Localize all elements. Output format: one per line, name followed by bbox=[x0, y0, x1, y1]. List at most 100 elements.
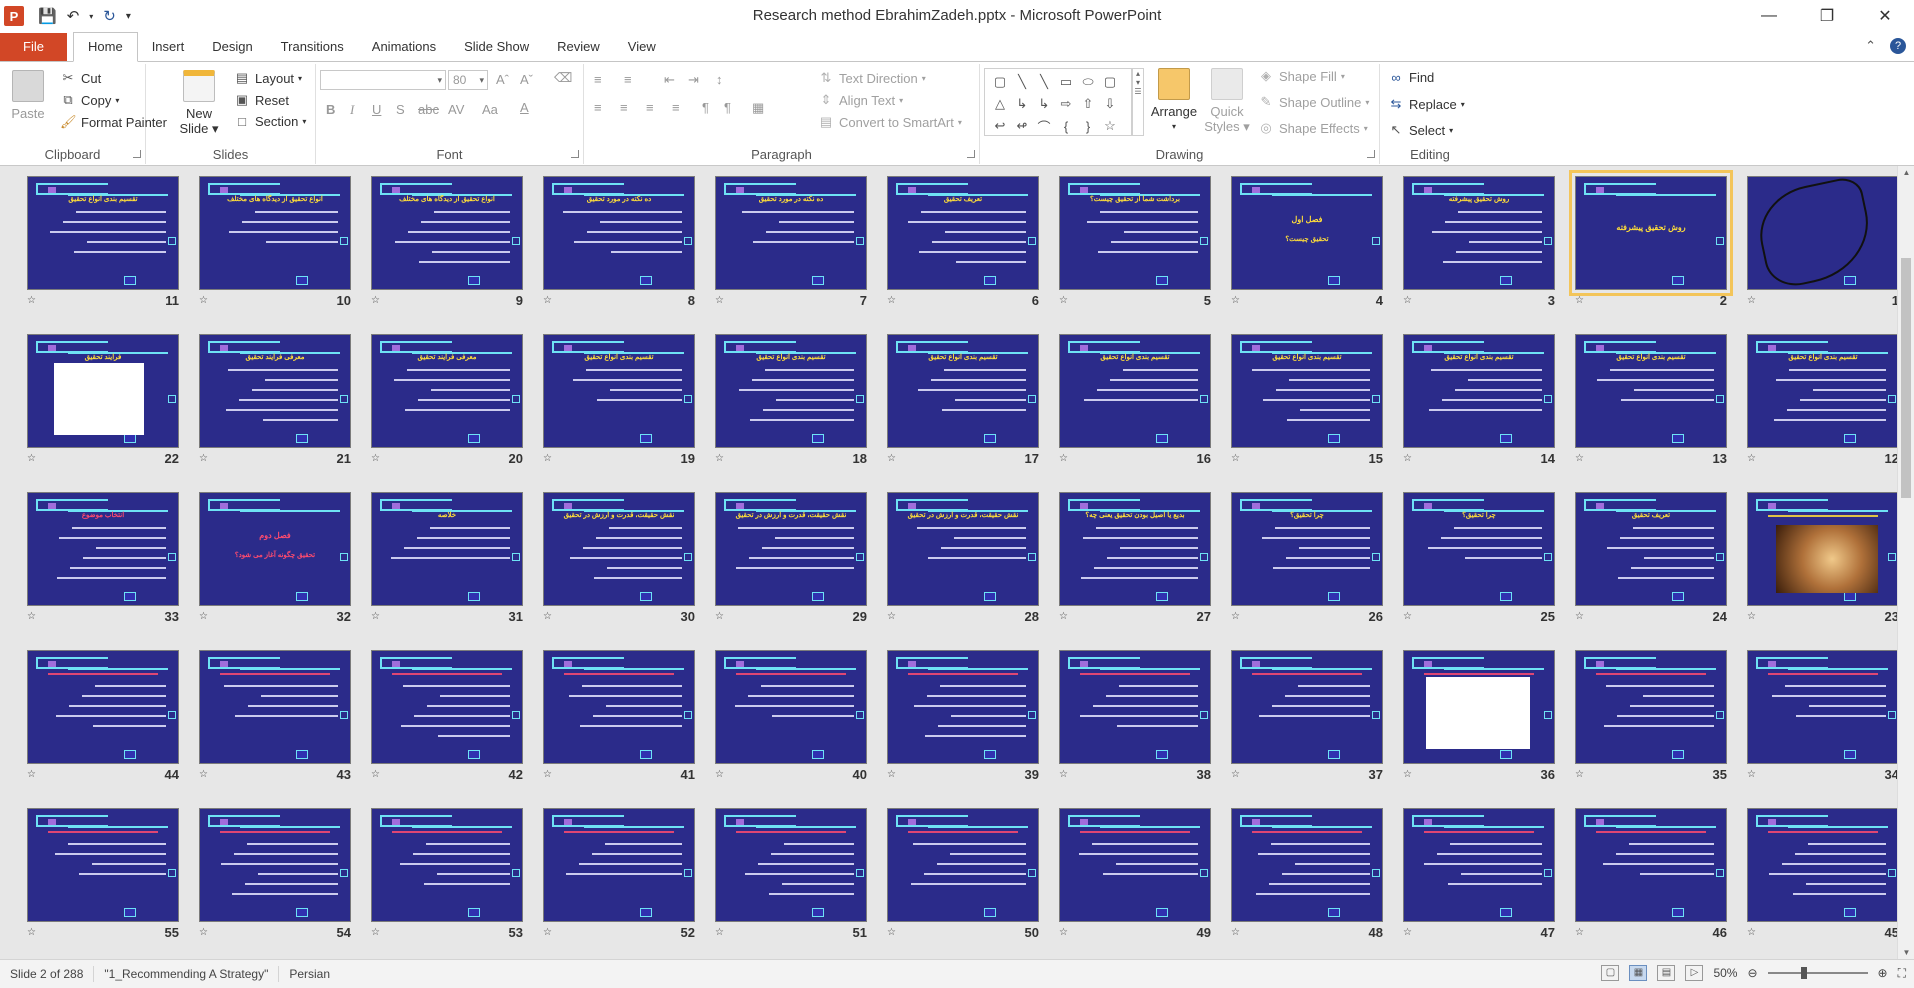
slide-thumbnail[interactable]: بدیع یا اصیل بودن تحقیق یعنی چه؟ ☆ 27 bbox=[1059, 482, 1211, 632]
slide-thumbnail[interactable]: معرفی فرایند تحقیق ☆ 21 bbox=[199, 324, 351, 474]
slide-thumbnail[interactable]: تقسیم بندی انواع تحقیق ☆ 15 bbox=[1231, 324, 1383, 474]
slide-preview[interactable]: تعریف تحقیق bbox=[1575, 492, 1727, 606]
transition-star-icon[interactable]: ☆ bbox=[1231, 611, 1240, 622]
font-name-box[interactable]: ▾ bbox=[320, 70, 446, 90]
slide-preview[interactable] bbox=[371, 650, 523, 764]
slide-thumbnail[interactable]: تقسیم بندی انواع تحقیق ☆ 16 bbox=[1059, 324, 1211, 474]
align-right-icon[interactable]: ≡ bbox=[646, 100, 654, 115]
slide-preview[interactable]: ده نکته در مورد تحقیق bbox=[715, 176, 867, 290]
slide-preview[interactable]: چرا تحقیق؟ bbox=[1231, 492, 1383, 606]
slide-thumbnail[interactable]: ☆ 48 bbox=[1231, 798, 1383, 948]
align-center-icon[interactable]: ≡ bbox=[620, 100, 628, 115]
slide-thumbnail[interactable]: تقسیم بندی انواع تحقیق ☆ 11 bbox=[27, 166, 179, 316]
layout-button[interactable]: ▤ Layout ▾ bbox=[234, 70, 302, 86]
slide-preview[interactable] bbox=[887, 808, 1039, 922]
slide-preview[interactable]: انواع تحقیق از دیدگاه های مختلف bbox=[371, 176, 523, 290]
strikethrough-icon[interactable]: abc bbox=[418, 102, 439, 117]
font-size-box[interactable]: 80 ▾ bbox=[448, 70, 488, 90]
slide-thumbnail[interactable]: انواع تحقیق از دیدگاه های مختلف ☆ 9 bbox=[371, 166, 523, 316]
slide-preview[interactable] bbox=[199, 650, 351, 764]
language-indicator[interactable]: Persian bbox=[279, 966, 340, 982]
slide-thumbnail[interactable]: تقسیم بندی انواع تحقیق ☆ 17 bbox=[887, 324, 1039, 474]
increase-indent-icon[interactable]: ⇥ bbox=[688, 72, 699, 88]
clear-formatting-icon[interactable]: ⌫ bbox=[554, 70, 572, 86]
slide-thumbnail[interactable]: ☆ 37 bbox=[1231, 640, 1383, 790]
slide-preview[interactable]: تقسیم بندی انواع تحقیق bbox=[1059, 334, 1211, 448]
tab-slide-show[interactable]: Slide Show bbox=[450, 33, 543, 61]
slide-thumbnail[interactable]: ☆ 38 bbox=[1059, 640, 1211, 790]
slide-preview[interactable] bbox=[715, 650, 867, 764]
transition-star-icon[interactable]: ☆ bbox=[199, 927, 208, 938]
transition-star-icon[interactable]: ☆ bbox=[1747, 927, 1756, 938]
transition-star-icon[interactable]: ☆ bbox=[887, 453, 896, 464]
transition-star-icon[interactable]: ☆ bbox=[887, 611, 896, 622]
slide-preview[interactable] bbox=[543, 808, 695, 922]
quick-styles-button[interactable]: Quick Styles ▾ bbox=[1204, 68, 1250, 134]
transition-star-icon[interactable]: ☆ bbox=[543, 611, 552, 622]
transition-star-icon[interactable]: ☆ bbox=[1575, 611, 1584, 622]
slide-thumbnail[interactable]: تقسیم بندی انواع تحقیق ☆ 19 bbox=[543, 324, 695, 474]
bold-icon[interactable]: B bbox=[326, 102, 335, 117]
slide-preview[interactable]: تقسیم بندی انواع تحقیق bbox=[887, 334, 1039, 448]
font-launcher-icon[interactable] bbox=[571, 150, 579, 158]
slide-preview[interactable] bbox=[1403, 808, 1555, 922]
slide-thumbnail[interactable]: ☆ 35 bbox=[1575, 640, 1727, 790]
slide-preview[interactable]: فصل اول تحقیق چیست؟ bbox=[1231, 176, 1383, 290]
transition-star-icon[interactable]: ☆ bbox=[199, 611, 208, 622]
slide-preview[interactable]: روش تحقیق پیشرفته bbox=[1569, 170, 1733, 296]
restore-button[interactable]: ❐ bbox=[1798, 0, 1856, 32]
slide-thumbnail[interactable]: روش تحقیق پیشرفته ☆ 3 bbox=[1403, 166, 1555, 316]
slide-preview[interactable]: ده نکته در مورد تحقیق bbox=[543, 176, 695, 290]
curve-shape-icon[interactable]: ↩ bbox=[989, 115, 1011, 137]
grow-font-icon[interactable]: Aˆ bbox=[496, 72, 509, 87]
transition-star-icon[interactable]: ☆ bbox=[199, 769, 208, 780]
cut-button[interactable]: ✂ Cut bbox=[60, 70, 102, 86]
zoom-slider[interactable] bbox=[1767, 967, 1868, 979]
slide-preview[interactable] bbox=[1575, 650, 1727, 764]
slide-preview[interactable]: انواع تحقیق از دیدگاه های مختلف bbox=[199, 176, 351, 290]
slide-thumbnail[interactable]: ☆ 36 bbox=[1403, 640, 1555, 790]
slide-preview[interactable] bbox=[1059, 650, 1211, 764]
transition-star-icon[interactable]: ☆ bbox=[1059, 769, 1068, 780]
convert-smartart-button[interactable]: ▤ Convert to SmartArt ▾ bbox=[818, 114, 962, 130]
slide-thumbnail[interactable]: فرایند تحقیق ☆ 22 bbox=[27, 324, 179, 474]
slide-preview[interactable]: تقسیم بندی انواع تحقیق bbox=[1575, 334, 1727, 448]
slide-preview[interactable]: تقسیم بندی انواع تحقیق bbox=[1231, 334, 1383, 448]
transition-star-icon[interactable]: ☆ bbox=[27, 769, 36, 780]
slide-thumbnail[interactable]: تعریف تحقیق ☆ 6 bbox=[887, 166, 1039, 316]
slide-thumbnail[interactable]: نقش حقیقت، قدرت و ارزش در تحقیق ☆ 28 bbox=[887, 482, 1039, 632]
slide-preview[interactable]: تقسیم بندی انواع تحقیق bbox=[1403, 334, 1555, 448]
reading-view-icon[interactable]: ▤ bbox=[1657, 965, 1676, 981]
slide-thumbnail[interactable]: نقش حقیقت، قدرت و ارزش در تحقیق ☆ 29 bbox=[715, 482, 867, 632]
transition-star-icon[interactable]: ☆ bbox=[887, 295, 896, 306]
transition-star-icon[interactable]: ☆ bbox=[1231, 927, 1240, 938]
arrow-down-shape-icon[interactable]: ⇩ bbox=[1099, 93, 1121, 115]
slide-thumbnail[interactable]: چرا تحقیق؟ ☆ 26 bbox=[1231, 482, 1383, 632]
drawing-launcher-icon[interactable] bbox=[1367, 150, 1375, 158]
slide-thumbnail[interactable]: خلاصه ☆ 31 bbox=[371, 482, 523, 632]
zoom-in-icon[interactable]: ⊕ bbox=[1878, 966, 1888, 980]
transition-star-icon[interactable]: ☆ bbox=[1747, 295, 1756, 306]
slide-preview[interactable] bbox=[1231, 808, 1383, 922]
slide-preview[interactable]: تقسیم بندی انواع تحقیق bbox=[1747, 334, 1899, 448]
transition-star-icon[interactable]: ☆ bbox=[543, 295, 552, 306]
help-icon[interactable]: ? bbox=[1890, 38, 1906, 54]
transition-star-icon[interactable]: ☆ bbox=[887, 769, 896, 780]
slide-preview[interactable] bbox=[715, 808, 867, 922]
fit-to-window-icon[interactable]: ⛶ bbox=[1898, 966, 1906, 981]
slide-thumbnail[interactable]: ☆ 55 bbox=[27, 798, 179, 948]
customize-qat-icon[interactable]: ▾ bbox=[126, 11, 131, 22]
select-button[interactable]: ↖ Select ▾ bbox=[1388, 122, 1454, 138]
shape-outline-button[interactable]: ✎ Shape Outline ▾ bbox=[1258, 94, 1370, 110]
minimize-button[interactable]: — bbox=[1740, 0, 1798, 32]
slideshow-view-icon[interactable]: ▷ bbox=[1685, 965, 1704, 981]
oval-shape-icon[interactable]: ⬭ bbox=[1077, 71, 1099, 93]
slide-thumbnail[interactable]: نقش حقیقت، قدرت و ارزش در تحقیق ☆ 30 bbox=[543, 482, 695, 632]
transition-star-icon[interactable]: ☆ bbox=[371, 611, 380, 622]
slide-preview[interactable]: معرفی فرایند تحقیق bbox=[199, 334, 351, 448]
elbow2-shape-icon[interactable]: ↳ bbox=[1033, 93, 1055, 115]
transition-star-icon[interactable]: ☆ bbox=[199, 453, 208, 464]
line2-shape-icon[interactable]: ╲ bbox=[1033, 71, 1055, 93]
close-button[interactable]: ✕ bbox=[1856, 0, 1914, 32]
slide-preview[interactable] bbox=[1059, 808, 1211, 922]
